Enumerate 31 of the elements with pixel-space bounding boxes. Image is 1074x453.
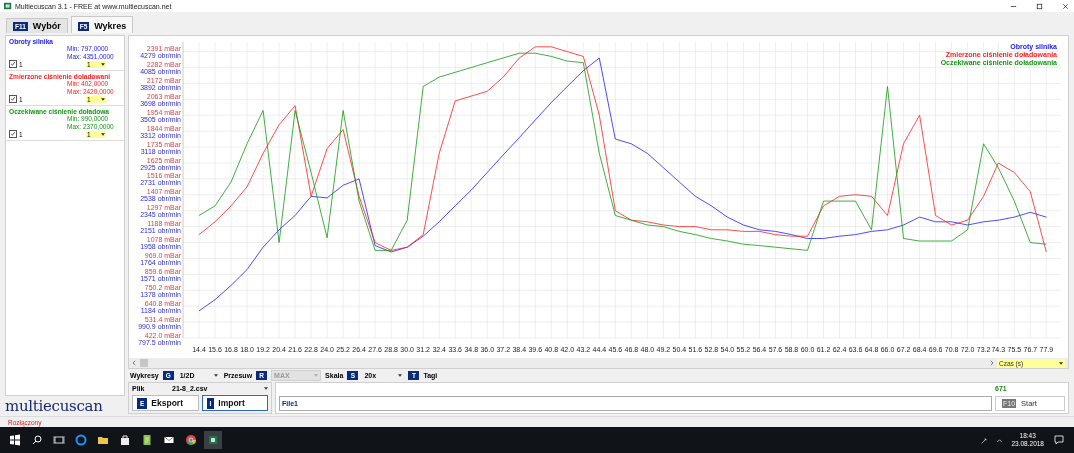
scroll-left-icon[interactable] [132, 360, 137, 366]
logo: multiecuscan [5, 396, 104, 416]
folder-icon[interactable] [97, 434, 109, 446]
chrome-icon[interactable] [185, 434, 197, 446]
caret-icon [101, 132, 105, 136]
caret-icon [398, 374, 403, 378]
tab-label: Wybór [32, 21, 61, 31]
checkbox[interactable] [9, 95, 17, 103]
tab-label: Wykres [94, 21, 127, 31]
task-view-icon[interactable] [53, 434, 65, 446]
checkbox[interactable] [9, 60, 17, 68]
notepad-icon[interactable] [141, 434, 153, 446]
caret-icon [213, 374, 218, 378]
browser-icon[interactable] [75, 434, 87, 446]
mail-icon[interactable] [163, 434, 175, 446]
maximize-icon[interactable] [1035, 1, 1044, 11]
search-icon[interactable] [31, 434, 43, 446]
close-icon[interactable] [1061, 1, 1070, 11]
shopping-bag-icon[interactable] [119, 434, 131, 446]
caret-icon [1059, 361, 1063, 365]
app-icon[interactable] [204, 431, 222, 449]
notification-icon[interactable] [1053, 434, 1065, 446]
caret-icon [101, 97, 105, 101]
caret-icon [101, 62, 105, 66]
checkbox[interactable] [9, 130, 17, 138]
scroll-thumb[interactable] [140, 359, 148, 367]
network-icon[interactable] [980, 435, 990, 445]
windows-start-icon[interactable] [9, 434, 21, 446]
app-icon [4, 2, 12, 10]
caret-icon [264, 387, 268, 390]
scroll-right-icon[interactable] [989, 360, 994, 366]
